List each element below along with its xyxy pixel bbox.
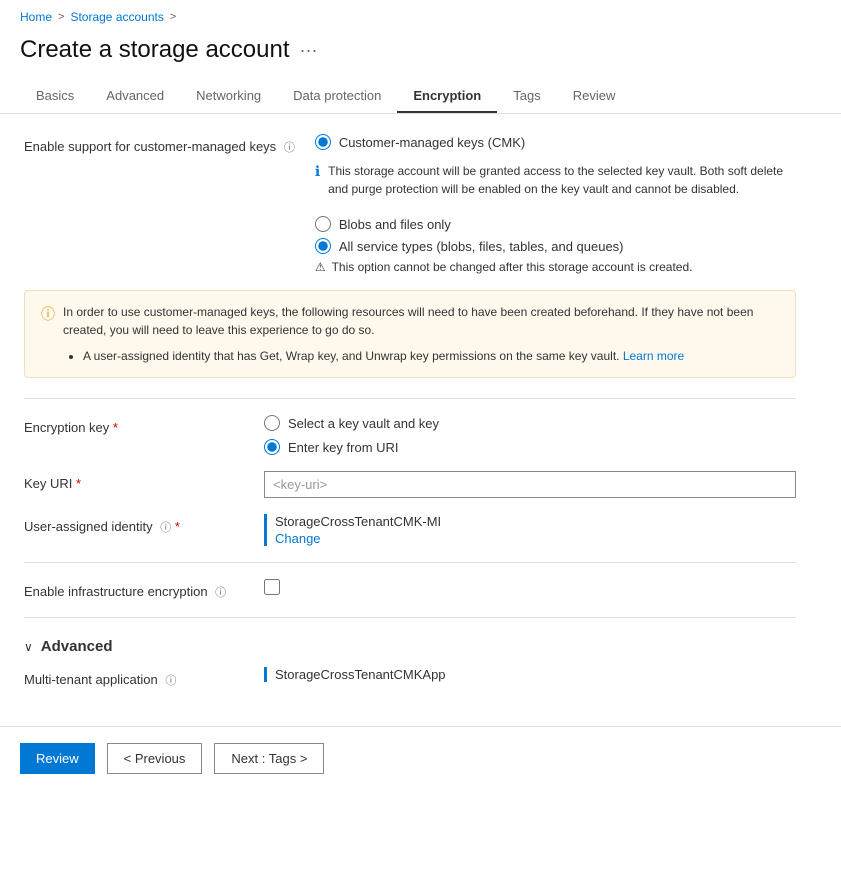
all-radio-label: All service types (blobs, files, tables,…	[339, 239, 624, 254]
tab-bar: Basics Advanced Networking Data protecti…	[0, 80, 841, 114]
multi-tenant-label: Multi-tenant application ⓘ	[24, 667, 244, 689]
advanced-section-header: ∨ Advanced	[24, 638, 796, 655]
multi-tenant-info-icon[interactable]: ⓘ	[165, 675, 176, 687]
multi-tenant-value: StorageCrossTenantCMKApp	[264, 667, 796, 682]
user-identity-required: *	[175, 519, 180, 534]
cmk-info-text: This storage account will be granted acc…	[328, 162, 796, 198]
vault-radio-label: Select a key vault and key	[288, 416, 439, 431]
previous-button[interactable]: < Previous	[107, 743, 203, 774]
divider-2	[24, 562, 796, 563]
main-content: Enable support for customer-managed keys…	[0, 114, 820, 726]
infra-checkbox-row	[264, 579, 796, 595]
breadcrumb-storage[interactable]: Storage accounts	[70, 10, 163, 24]
encryption-key-required: *	[113, 420, 118, 435]
review-button[interactable]: Review	[20, 743, 95, 774]
infra-encryption-row: Enable infrastructure encryption ⓘ	[24, 579, 796, 601]
advanced-section-title: Advanced	[41, 638, 113, 655]
uri-key-radio[interactable]	[264, 439, 280, 455]
all-radio[interactable]	[315, 238, 331, 254]
encryption-key-row: Encryption key * Select a key vault and …	[24, 415, 796, 455]
cmk-radio-row: Enable support for customer-managed keys…	[24, 134, 796, 274]
blobs-radio-label: Blobs and files only	[339, 217, 451, 232]
alert-text: In order to use customer-managed keys, t…	[63, 303, 779, 339]
tab-networking[interactable]: Networking	[180, 80, 277, 113]
tab-basics[interactable]: Basics	[20, 80, 90, 113]
chevron-down-icon[interactable]: ∨	[24, 640, 33, 654]
page-header: Create a storage account ···	[0, 30, 841, 80]
infra-encryption-value	[264, 579, 796, 595]
identity-change-link[interactable]: Change	[275, 531, 796, 546]
identity-name: StorageCrossTenantCMK-MI	[275, 514, 441, 529]
blobs-radio[interactable]	[315, 216, 331, 232]
infra-encryption-info-icon[interactable]: ⓘ	[215, 587, 226, 599]
key-uri-value	[264, 471, 796, 498]
warning-text: This option cannot be changed after this…	[332, 260, 693, 274]
user-identity-info-icon[interactable]: ⓘ	[160, 522, 171, 534]
tab-review[interactable]: Review	[557, 80, 632, 113]
alert-box: ⓘ In order to use customer-managed keys,…	[24, 290, 796, 378]
uri-radio-label: Enter key from URI	[288, 440, 399, 455]
next-button[interactable]: Next : Tags >	[214, 743, 324, 774]
learn-more-link[interactable]: Learn more	[623, 349, 684, 363]
user-identity-row: User-assigned identity ⓘ * StorageCrossT…	[24, 514, 796, 546]
key-uri-label: Key URI *	[24, 471, 244, 493]
breadcrumb: Home > Storage accounts >	[0, 0, 841, 30]
tab-tags[interactable]: Tags	[497, 80, 556, 113]
divider-3	[24, 617, 796, 618]
cmk-radio[interactable]	[315, 134, 331, 150]
cmk-info-icon-blue: ℹ	[315, 163, 320, 198]
multi-tenant-app-name: StorageCrossTenantCMKApp	[275, 667, 446, 682]
all-services-radio-item[interactable]: All service types (blobs, files, tables,…	[315, 238, 796, 254]
breadcrumb-home[interactable]: Home	[20, 10, 52, 24]
blobs-radio-item[interactable]: Blobs and files only	[315, 216, 796, 232]
page-title: Create a storage account	[20, 36, 290, 64]
key-uri-row: Key URI *	[24, 471, 796, 498]
user-identity-label: User-assigned identity ⓘ *	[24, 514, 244, 536]
key-uri-input[interactable]	[264, 471, 796, 498]
infra-encryption-label: Enable infrastructure encryption ⓘ	[24, 579, 244, 601]
more-options-icon[interactable]: ···	[300, 40, 318, 61]
cmk-info-box: ℹ This storage account will be granted a…	[315, 154, 796, 206]
breadcrumb-sep2: >	[170, 11, 176, 23]
encryption-key-value: Select a key vault and key Enter key fro…	[264, 415, 796, 455]
breadcrumb-sep1: >	[58, 11, 64, 23]
key-uri-required: *	[76, 476, 81, 491]
tab-advanced[interactable]: Advanced	[90, 80, 180, 113]
cmk-radio-item[interactable]: Customer-managed keys (CMK)	[315, 134, 796, 150]
tab-encryption[interactable]: Encryption	[397, 80, 497, 113]
cmk-warning: ⚠ This option cannot be changed after th…	[315, 260, 796, 274]
cmk-radio-label: Customer-managed keys (CMK)	[339, 135, 525, 150]
vault-key-radio[interactable]	[264, 415, 280, 431]
alert-header: ⓘ In order to use customer-managed keys,…	[41, 303, 779, 365]
uri-radio-item[interactable]: Enter key from URI	[264, 439, 796, 455]
infra-encryption-checkbox[interactable]	[264, 579, 280, 595]
vault-radio-item[interactable]: Select a key vault and key	[264, 415, 796, 431]
user-identity-value: StorageCrossTenantCMK-MI Change	[264, 514, 796, 546]
tab-data-protection[interactable]: Data protection	[277, 80, 397, 113]
alert-bullet: A user-assigned identity that has Get, W…	[83, 347, 779, 365]
divider-1	[24, 398, 796, 399]
cmk-field-value: Customer-managed keys (CMK) ℹ This stora…	[315, 134, 796, 274]
encryption-key-label: Encryption key *	[24, 415, 244, 437]
multi-tenant-row: Multi-tenant application ⓘ StorageCrossT…	[24, 667, 796, 689]
cmk-info-icon[interactable]: ⓘ	[284, 142, 295, 154]
footer: Review < Previous Next : Tags >	[0, 726, 841, 790]
cmk-field-label: Enable support for customer-managed keys…	[24, 134, 295, 156]
alert-icon: ⓘ	[41, 304, 55, 324]
warning-icon: ⚠	[315, 260, 326, 274]
